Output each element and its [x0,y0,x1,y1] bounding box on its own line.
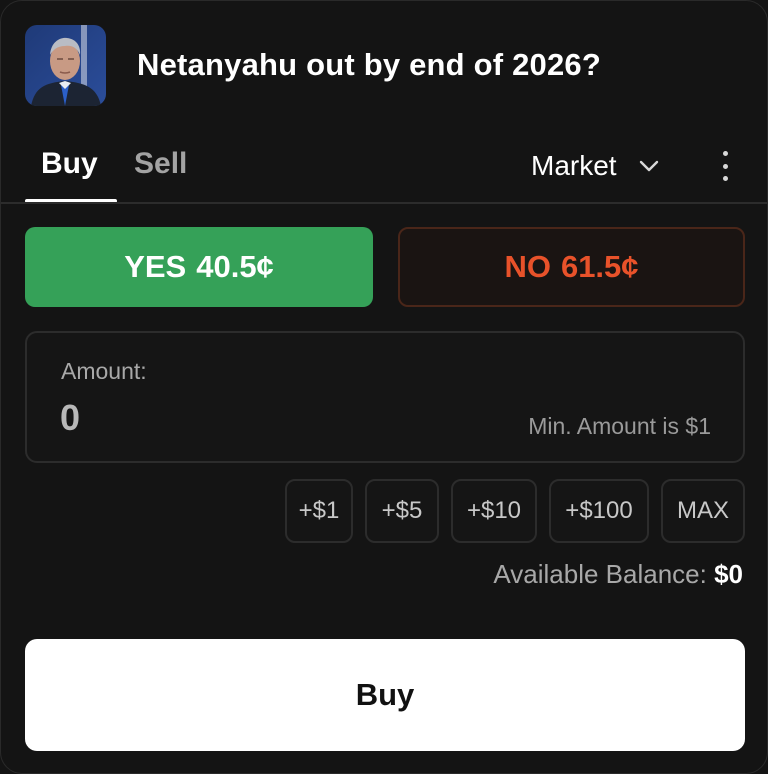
market-title: Netanyahu out by end of 2026? [137,47,601,82]
market-avatar [25,25,106,106]
order-type-dropdown[interactable]: Market [531,148,659,184]
add-1-button[interactable]: +$1 [285,479,353,543]
buy-submit-button[interactable]: Buy [25,639,745,751]
add-100-button[interactable]: +$100 [549,479,649,543]
chevron-down-icon [639,160,659,172]
yes-price: 40.5¢ [196,249,274,284]
tab-buy[interactable]: Buy [41,147,98,181]
trade-panel: Netanyahu out by end of 2026? Buy Sell M… [0,0,768,774]
amount-value[interactable]: 0 [60,397,80,439]
no-outcome-button[interactable]: NO 61.5¢ [398,227,745,307]
tab-divider [1,202,767,204]
yes-label: YES [124,249,187,284]
no-price: 61.5¢ [560,249,639,284]
min-amount-hint: Min. Amount is $1 [528,413,711,439]
balance-value: $0 [714,559,743,589]
no-label: NO [504,249,551,284]
amount-input[interactable]: Amount: 0 Min. Amount is $1 [25,331,745,463]
amount-label: Amount: [61,358,147,384]
max-button[interactable]: MAX [661,479,745,543]
add-10-button[interactable]: +$10 [451,479,537,543]
more-vertical-icon[interactable] [711,147,739,185]
yes-outcome-button[interactable]: YES 40.5¢ [25,227,373,307]
balance-label: Available Balance: [493,559,707,589]
available-balance: Available Balance: $0 [493,559,743,590]
add-5-button[interactable]: +$5 [365,479,439,543]
portrait-image [25,25,106,106]
tab-sell[interactable]: Sell [134,147,187,181]
order-type-label: Market [531,150,617,181]
